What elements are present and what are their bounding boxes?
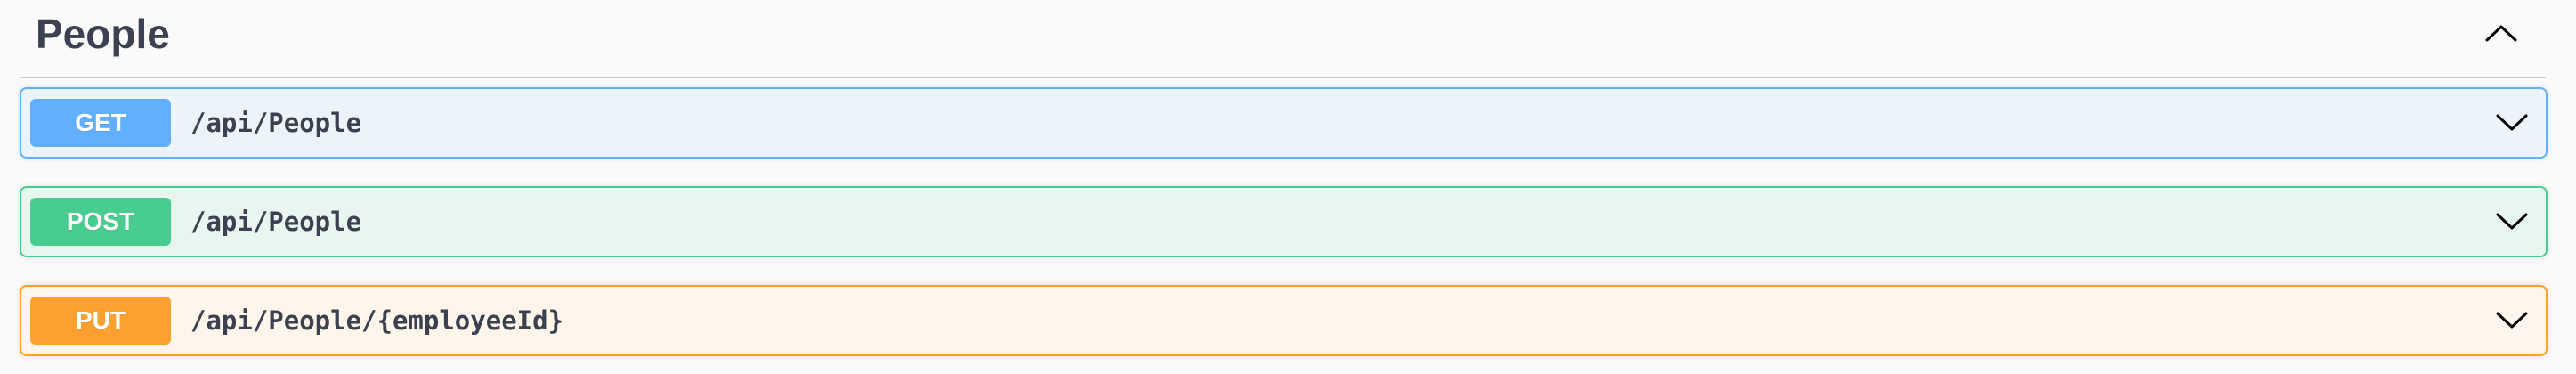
operation-get-people[interactable]: GET /api/People (20, 87, 2548, 159)
tag-section-header[interactable]: People (20, 0, 2546, 78)
expand-operation-button[interactable] (2487, 197, 2537, 247)
chevron-up-icon (2485, 25, 2517, 42)
method-badge-get: GET (30, 99, 171, 147)
operation-path: /api/People (190, 108, 362, 138)
section-title: People (36, 11, 170, 57)
collapse-section-button[interactable] (2476, 11, 2526, 55)
method-badge-put: PUT (30, 297, 171, 345)
chevron-down-icon (2496, 213, 2528, 230)
operation-post-people[interactable]: POST /api/People (20, 186, 2548, 257)
method-badge-post: POST (30, 198, 171, 246)
chevron-down-icon (2496, 312, 2528, 329)
operation-path: /api/People (190, 207, 362, 237)
operation-path: /api/People/{employeeId} (190, 305, 564, 336)
expand-operation-button[interactable] (2487, 296, 2537, 346)
chevron-down-icon (2496, 114, 2528, 131)
operation-put-people-employee[interactable]: PUT /api/People/{employeeId} (20, 285, 2548, 356)
expand-operation-button[interactable] (2487, 98, 2537, 148)
